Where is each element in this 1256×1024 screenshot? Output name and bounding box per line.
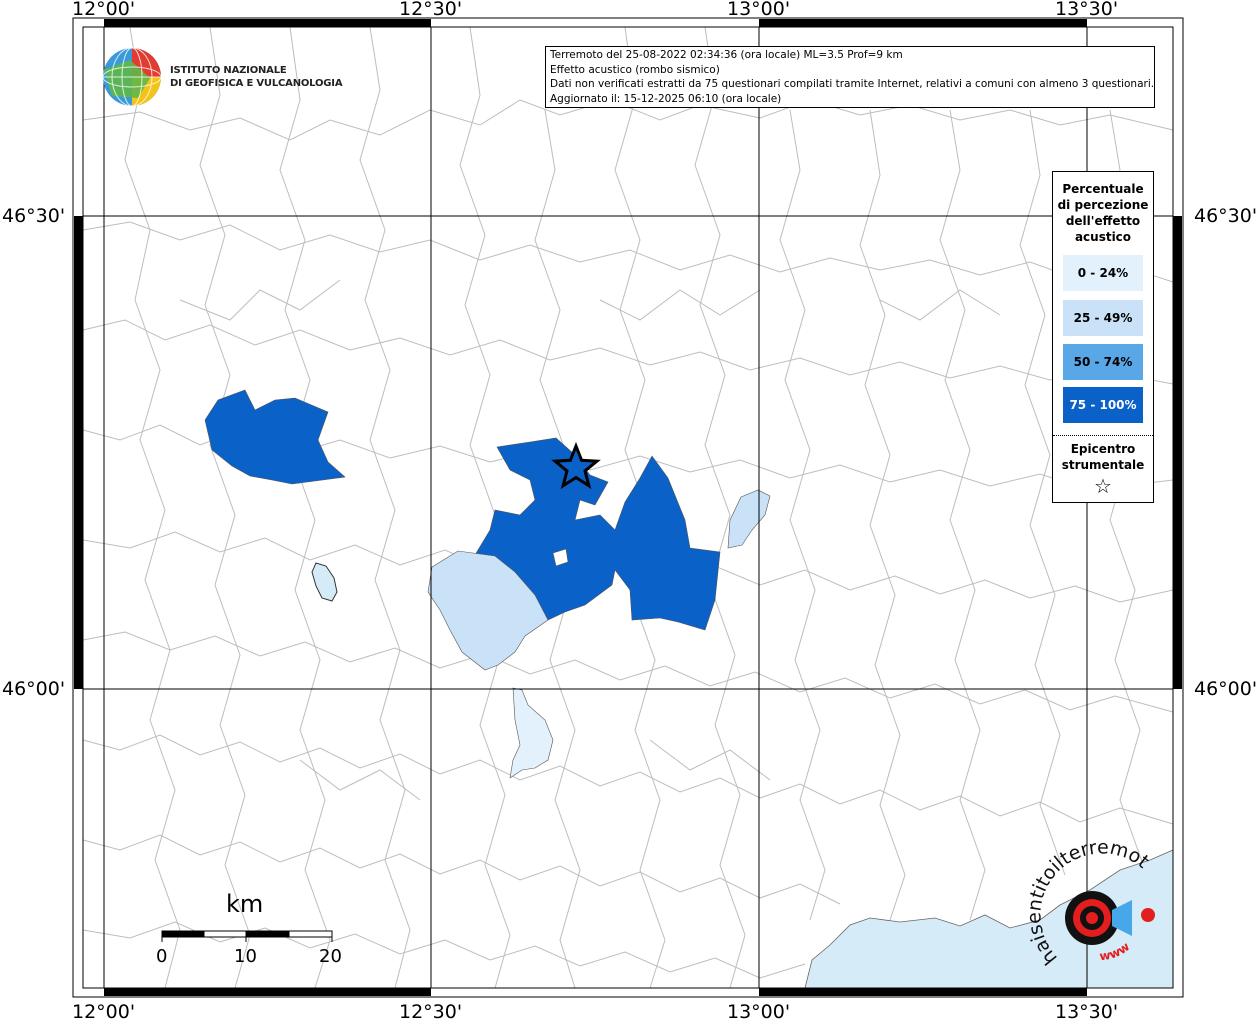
ingv-line2: DI GEOFISICA E VULCANOLOGIA: [170, 78, 343, 89]
ingv-logo-text: ISTITUTO NAZIONALE DI GEOFISICA E VULCAN…: [170, 64, 343, 90]
legend-epicenter-line1: Epicentro: [1070, 442, 1136, 456]
scale-title: km: [226, 890, 264, 918]
top-label-13-00: 13°00': [727, 0, 791, 20]
event-info-line4: Aggiornato il: 15-12-2025 06:10 (ora loc…: [550, 92, 782, 105]
left-label-46-30: 46°30': [2, 205, 66, 227]
left-label-46-00: 46°00': [2, 678, 66, 700]
legend-class-2: 50 - 74%: [1063, 344, 1143, 380]
bottom-label-12-30: 12°30': [399, 1001, 463, 1023]
top-label-12-30: 12°30': [399, 0, 463, 20]
top-label-13-30: 13°30': [1055, 0, 1119, 20]
legend-class-0: 0 - 24%: [1063, 255, 1143, 291]
event-info-line2: Effetto acustico (rombo sismico): [550, 63, 720, 76]
scale-label-10: 10: [234, 946, 257, 967]
event-info-box: Terremoto del 25-08-2022 02:34:36 (ora l…: [545, 46, 1155, 108]
ingv-logo-globe: [102, 47, 162, 107]
event-info-line3: Dati non verificati estratti da 75 quest…: [550, 78, 1155, 90]
legend-epicenter-label: Epicentro strumentale: [1053, 441, 1153, 473]
legend-title-line4: acustico: [1074, 230, 1132, 244]
bottom-label-12-00: 12°00': [72, 1001, 136, 1023]
legend-class-1: 25 - 49%: [1063, 300, 1143, 336]
right-label-46-30: 46°30': [1194, 205, 1256, 227]
event-info-line1: Terremoto del 25-08-2022 02:34:36 (ora l…: [550, 49, 903, 61]
scale-label-20: 20: [319, 946, 342, 967]
legend-title-line1: Percentuale: [1062, 182, 1144, 196]
scale-label-0: 0: [156, 946, 168, 967]
legend-title-line3: dell'effetto: [1065, 214, 1141, 228]
map-canvas: haisentitoilterremoto.it www: [0, 0, 1184, 998]
legend: Percentuale di percezione dell'effetto a…: [1052, 171, 1154, 503]
bottom-label-13-00: 13°00': [727, 1001, 791, 1023]
legend-class-3: 75 - 100%: [1063, 387, 1143, 423]
ingv-line1: ISTITUTO NAZIONALE: [170, 65, 287, 76]
legend-star-icon: ☆: [1094, 474, 1112, 498]
top-label-12-00: 12°00': [72, 0, 136, 20]
legend-separator: [1053, 435, 1153, 436]
legend-epicenter-line2: strumentale: [1061, 458, 1145, 472]
bottom-label-13-30: 13°30': [1055, 1001, 1119, 1023]
right-label-46-00: 46°00': [1194, 678, 1256, 700]
legend-title-line2: di percezione: [1057, 198, 1149, 212]
legend-title: Percentuale di percezione dell'effetto a…: [1053, 181, 1153, 245]
